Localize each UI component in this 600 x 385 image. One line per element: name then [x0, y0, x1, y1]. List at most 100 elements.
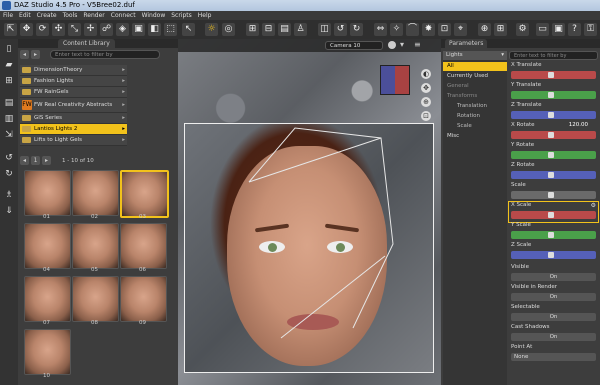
- pointer-tool-icon[interactable]: ↖: [182, 23, 195, 36]
- bone-icon[interactable]: ⌒: [406, 23, 419, 36]
- undo-side-icon[interactable]: ↺: [3, 152, 15, 164]
- lock-icon[interactable]: ⚿: [584, 23, 597, 36]
- redo-side-icon[interactable]: ↻: [3, 168, 15, 180]
- toggle-button[interactable]: On: [511, 293, 596, 301]
- node-selection-tool-icon[interactable]: ⇱: [4, 23, 17, 36]
- help-icon[interactable]: ?: [568, 23, 581, 36]
- point-at-selector[interactable]: None: [511, 353, 596, 361]
- aux-viewport-icon[interactable]: ▣: [552, 23, 565, 36]
- view-cube[interactable]: [380, 65, 410, 95]
- library-item-lifts-to-light-gels[interactable]: Lifts to Light Gels ▸: [20, 135, 127, 146]
- download-icon[interactable]: ⇓: [3, 205, 15, 217]
- content-thumbnail[interactable]: [24, 223, 71, 269]
- category-translation[interactable]: Translation: [443, 102, 507, 111]
- param-slider[interactable]: [511, 251, 596, 259]
- content-thumbnail[interactable]: [24, 276, 71, 322]
- geometry-editor-icon[interactable]: ◈: [116, 23, 129, 36]
- surface-selection-icon[interactable]: ◧: [148, 23, 161, 36]
- redo-icon[interactable]: ↻: [350, 23, 363, 36]
- param-slider[interactable]: [511, 71, 596, 79]
- category-misc[interactable]: Misc: [443, 132, 507, 141]
- zoom-icon[interactable]: ⊕: [421, 97, 431, 107]
- viewport-options-icon[interactable]: ▾: [400, 40, 404, 49]
- timeline-icon[interactable]: ▭: [536, 23, 549, 36]
- frame-icon[interactable]: ⊡: [421, 111, 431, 121]
- library-item-lantios-lights-2[interactable]: Lantios Lights 2 ▸: [20, 124, 127, 135]
- menu-window[interactable]: Window: [139, 11, 169, 20]
- undo-icon[interactable]: ↺: [334, 23, 347, 36]
- param-gear-icon[interactable]: ⚙: [591, 202, 596, 209]
- tab-content-library[interactable]: Content Library: [58, 39, 115, 48]
- grid-icon[interactable]: ⊞: [494, 23, 507, 36]
- render-settings-icon[interactable]: ⊟: [262, 23, 275, 36]
- category-transforms[interactable]: Transforms: [443, 92, 507, 101]
- draw-style-icon[interactable]: [388, 41, 396, 49]
- content-tool-icon[interactable]: ⬚: [164, 23, 177, 36]
- library-item-fw-raingels[interactable]: FW RainGels ▸: [20, 87, 127, 98]
- menu-connect[interactable]: Connect: [108, 11, 139, 20]
- toggle-button[interactable]: On: [511, 273, 596, 281]
- tab-parameters[interactable]: Parameters: [445, 39, 488, 48]
- node-dropdown[interactable]: Lights ▾: [443, 51, 507, 60]
- light-icon[interactable]: ✸: [422, 23, 435, 36]
- merge-icon[interactable]: ⊞: [3, 75, 15, 87]
- save-icon[interactable]: ▤: [278, 23, 291, 36]
- camera-icon[interactable]: ⌖: [454, 23, 467, 36]
- menu-help[interactable]: Help: [195, 11, 215, 20]
- camera-tool-icon[interactable]: ◎: [222, 23, 235, 36]
- spotrender-icon[interactable]: ✧: [390, 23, 403, 36]
- param-slider[interactable]: [511, 171, 596, 179]
- figure-side-icon[interactable]: ♗: [3, 189, 15, 201]
- content-thumbnail[interactable]: [120, 223, 167, 269]
- joint-editor-icon[interactable]: ✢: [84, 23, 97, 36]
- render-icon[interactable]: ⊞: [246, 23, 259, 36]
- translate-tool-icon[interactable]: ✣: [52, 23, 65, 36]
- menu-create[interactable]: Create: [34, 11, 60, 20]
- content-thumbnail-selected[interactable]: [120, 170, 169, 218]
- camera-selector[interactable]: Camera 10: [325, 41, 383, 50]
- group-icon[interactable]: ⊕: [478, 23, 491, 36]
- universal-tool-icon[interactable]: ✥: [20, 23, 33, 36]
- library-item-fw-real-creativity[interactable]: FW FW Real Creativity Abstracts ▸: [20, 98, 127, 113]
- content-search-input[interactable]: Enter text to filter by: [50, 50, 160, 59]
- library-item-dimensiontheory[interactable]: DimensionTheory ▸: [20, 65, 127, 76]
- toggle-button[interactable]: On: [511, 313, 596, 321]
- content-thumbnail[interactable]: [72, 170, 119, 216]
- param-slider[interactable]: [511, 211, 596, 219]
- content-thumbnail[interactable]: [24, 170, 71, 216]
- library-item-gis-series[interactable]: GIS Series ▸: [20, 113, 127, 124]
- open-folder-icon[interactable]: ▰: [3, 59, 15, 71]
- back-arrow-icon[interactable]: ◂: [20, 50, 29, 59]
- export-icon[interactable]: ⇲: [3, 129, 15, 141]
- region-tool-icon[interactable]: ▣: [132, 23, 145, 36]
- toggle-button[interactable]: On: [511, 333, 596, 341]
- orbit-icon[interactable]: ◐: [421, 69, 431, 79]
- scale-tool-icon[interactable]: ⤡: [68, 23, 81, 36]
- page-number[interactable]: 1: [31, 156, 40, 165]
- param-slider[interactable]: [511, 191, 596, 199]
- figure-icon[interactable]: ♙: [294, 23, 307, 36]
- align-icon[interactable]: ⇔: [374, 23, 387, 36]
- active-pose-tool-icon[interactable]: ☍: [100, 23, 113, 36]
- menu-render[interactable]: Render: [80, 11, 107, 20]
- content-thumbnail[interactable]: [24, 329, 71, 375]
- menu-file[interactable]: File: [0, 11, 16, 20]
- viewport-icon[interactable]: ⊡: [438, 23, 451, 36]
- content-thumbnail[interactable]: [72, 223, 119, 269]
- content-thumbnail[interactable]: [120, 276, 167, 322]
- param-slider[interactable]: [511, 111, 596, 119]
- primitive-icon[interactable]: ◫: [318, 23, 331, 36]
- save-as-icon[interactable]: ▥: [3, 113, 15, 125]
- prev-page-icon[interactable]: ◂: [20, 156, 29, 165]
- forward-arrow-icon[interactable]: ▸: [31, 50, 40, 59]
- spotlight-tool-icon[interactable]: ☼: [205, 23, 218, 36]
- param-value[interactable]: 120.00: [569, 122, 588, 128]
- parameter-search-input[interactable]: Enter text to filter by: [509, 51, 598, 60]
- pan-icon[interactable]: ✥: [421, 83, 431, 93]
- menu-edit[interactable]: Edit: [16, 11, 34, 20]
- new-file-icon[interactable]: ▯: [3, 43, 15, 55]
- param-slider[interactable]: [511, 151, 596, 159]
- 3d-viewport[interactable]: Camera 10 ▾ ≡ ◐ ✥ ⊕ ⊡: [178, 39, 441, 385]
- param-slider[interactable]: [511, 91, 596, 99]
- param-slider[interactable]: [511, 131, 596, 139]
